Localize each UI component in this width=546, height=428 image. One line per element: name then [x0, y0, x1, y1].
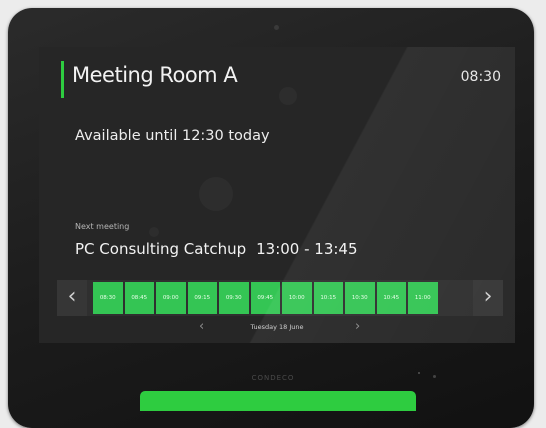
timeslot[interactable]: 08:30: [93, 282, 123, 314]
next-meeting-label: Next meeting: [75, 222, 130, 231]
timeslot[interactable]: 09:45: [250, 282, 280, 314]
timeslot[interactable]: 09:15: [187, 282, 217, 314]
brand-logo: CONDECO: [251, 374, 295, 382]
indicator-light: [433, 375, 436, 378]
timeslot[interactable]: 10:45: [376, 282, 406, 314]
camera-dot: [274, 25, 279, 30]
indicator-light: [418, 372, 420, 374]
timeslot[interactable]: 09:00: [156, 282, 186, 314]
timeslot[interactable]: 08:45: [124, 282, 154, 314]
decorative-orb: [199, 177, 233, 211]
availability-status: Available until 12:30 today: [75, 128, 270, 144]
current-time: 08:30: [460, 69, 501, 85]
timeslot-bar: ‹ 08:30 08:45 09:00 09:15 09:30 09:45 10:00 10:…: [57, 280, 503, 316]
title-accent-bar: [61, 61, 64, 98]
date-navigation: ‹ Tuesday 18 June ›: [39, 318, 515, 338]
next-meeting-time: 13:00 - 13:45: [256, 240, 358, 258]
next-day-button[interactable]: ›: [355, 319, 360, 334]
chevron-right-icon: ›: [483, 284, 493, 309]
chevron-left-icon: ‹: [67, 284, 77, 309]
room-display-screen: Meeting Room A 08:30 Available until 12:…: [39, 47, 515, 343]
next-meeting-info: PC Consulting Catchup 13:00 - 13:45: [75, 240, 358, 258]
date-label: Tuesday 18 June: [250, 323, 304, 331]
timeline-prev-button[interactable]: ‹: [57, 280, 87, 316]
next-meeting-title: PC Consulting Catchup: [75, 240, 247, 258]
timeslot[interactable]: 10:00: [282, 282, 312, 314]
timeslot[interactable]: 11:00: [408, 282, 438, 314]
timeslot-list: 08:30 08:45 09:00 09:15 09:30 09:45 10:00 10:15…: [93, 282, 438, 314]
timeslot[interactable]: 09:30: [219, 282, 249, 314]
decorative-orb: [149, 227, 159, 237]
timeslot[interactable]: 10:15: [313, 282, 343, 314]
timeslot[interactable]: 10:30: [345, 282, 375, 314]
decorative-orb: [279, 87, 297, 105]
room-name: Meeting Room A: [72, 63, 238, 87]
book-now-led-bar[interactable]: [140, 391, 416, 411]
timeline-next-button[interactable]: ›: [473, 280, 503, 316]
